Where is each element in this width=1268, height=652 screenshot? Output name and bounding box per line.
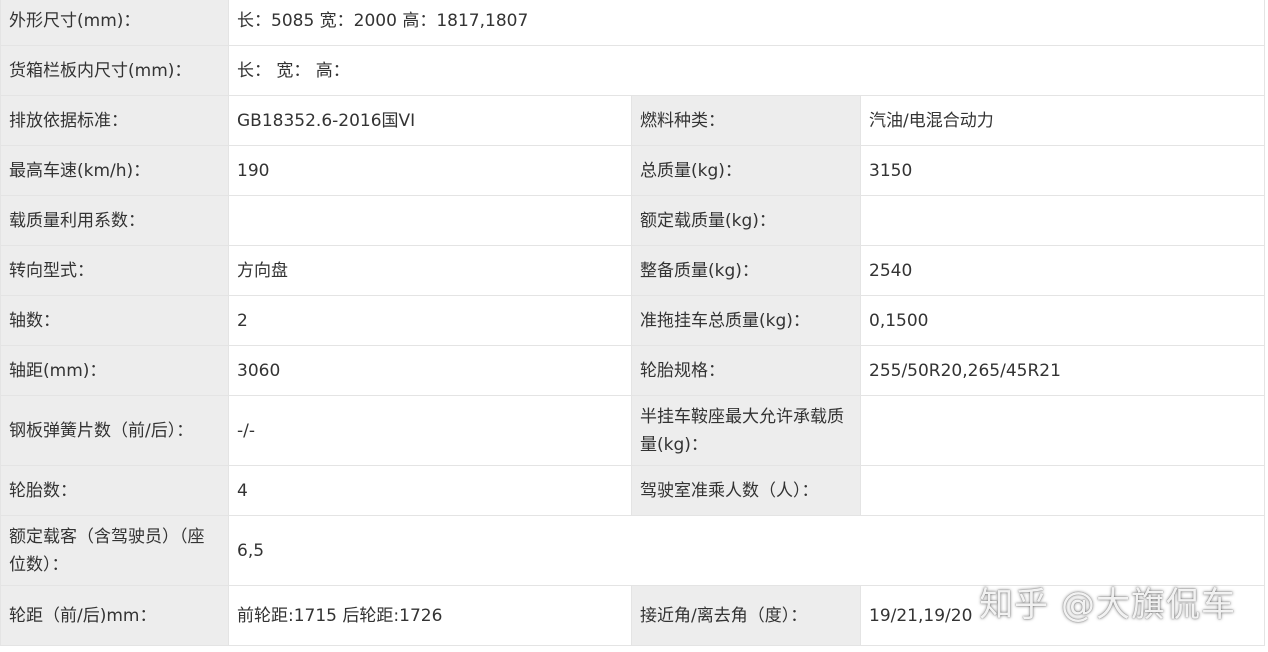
spec-label: 半挂车鞍座最大允许承载质量(kg)：: [631, 395, 861, 466]
spec-label: 准拖挂车总质量(kg)：: [631, 295, 861, 346]
table-row: 轴数： 2 准拖挂车总质量(kg)： 0,1500: [0, 295, 1266, 346]
spec-label: 轴数：: [0, 295, 229, 346]
table-row: 货箱栏板内尺寸(mm)： 长： 宽： 高：: [0, 45, 1266, 96]
spec-label: 燃料种类：: [631, 95, 861, 146]
vehicle-spec-table: 外形尺寸(mm)： 长：5085 宽：2000 高：1817,1807 货箱栏板…: [0, 0, 1266, 646]
spec-value: 方向盘: [228, 245, 632, 296]
table-row: 转向型式： 方向盘 整备质量(kg)： 2540: [0, 245, 1266, 296]
watermark: 知乎 @大旗侃车: [979, 585, 1236, 625]
spec-label: 货箱栏板内尺寸(mm)：: [0, 45, 229, 96]
spec-value: 2540: [859, 245, 1266, 296]
spec-label: 额定载质量(kg)：: [631, 195, 861, 246]
table-row: 轮胎数： 4 驾驶室准乘人数（人）：: [0, 465, 1266, 516]
spec-label: 额定载客（含驾驶员）（座位数）：: [0, 515, 229, 586]
spec-value: 3060: [228, 345, 632, 396]
table-row: 钢板弹簧片数（前/后）： -/- 半挂车鞍座最大允许承载质量(kg)：: [0, 395, 1266, 466]
table-row: 额定载客（含驾驶员）（座位数）： 6,5: [0, 515, 1266, 586]
spec-label: 总质量(kg)：: [631, 145, 861, 196]
spec-label: 转向型式：: [0, 245, 229, 296]
spec-label: 轴距(mm)：: [0, 345, 229, 396]
spec-value: 255/50R20,265/45R21: [859, 345, 1266, 396]
spec-value: 长： 宽： 高：: [227, 45, 1266, 96]
spec-value: 6,5: [227, 515, 1266, 586]
spec-value: 3150: [859, 145, 1266, 196]
spec-value: 2: [228, 295, 632, 346]
spec-label: 外形尺寸(mm)：: [0, 0, 229, 46]
spec-value: 0,1500: [859, 295, 1266, 346]
spec-value: 长：5085 宽：2000 高：1817,1807: [227, 0, 1266, 46]
spec-label: 轮胎规格：: [631, 345, 861, 396]
table-row: 排放依据标准： GB18352.6-2016国VI 燃料种类： 汽油/电混合动力: [0, 95, 1266, 146]
spec-value: 4: [228, 465, 632, 516]
spec-value: 前轮距:1715 后轮距:1726: [228, 585, 632, 646]
spec-value: [859, 395, 1266, 466]
spec-value: 汽油/电混合动力: [859, 95, 1266, 146]
table-row: 外形尺寸(mm)： 长：5085 宽：2000 高：1817,1807: [0, 0, 1266, 46]
spec-value: 190: [228, 145, 632, 196]
spec-label: 整备质量(kg)：: [631, 245, 861, 296]
spec-value: [859, 465, 1266, 516]
spec-value: [859, 195, 1266, 246]
spec-label: 驾驶室准乘人数（人）：: [631, 465, 861, 516]
spec-label: 接近角/离去角（度）：: [631, 585, 861, 646]
spec-value: [228, 195, 632, 246]
table-row: 轴距(mm)： 3060 轮胎规格： 255/50R20,265/45R21: [0, 345, 1266, 396]
spec-label: 轮距（前/后)mm：: [0, 585, 229, 646]
spec-label: 载质量利用系数：: [0, 195, 229, 246]
spec-label: 排放依据标准：: [0, 95, 229, 146]
spec-value: GB18352.6-2016国VI: [228, 95, 632, 146]
spec-label: 钢板弹簧片数（前/后）：: [0, 395, 229, 466]
spec-label: 最高车速(km/h)：: [0, 145, 229, 196]
spec-label: 轮胎数：: [0, 465, 229, 516]
spec-value: -/-: [228, 395, 632, 466]
table-row: 最高车速(km/h)： 190 总质量(kg)： 3150: [0, 145, 1266, 196]
table-row: 载质量利用系数： 额定载质量(kg)：: [0, 195, 1266, 246]
